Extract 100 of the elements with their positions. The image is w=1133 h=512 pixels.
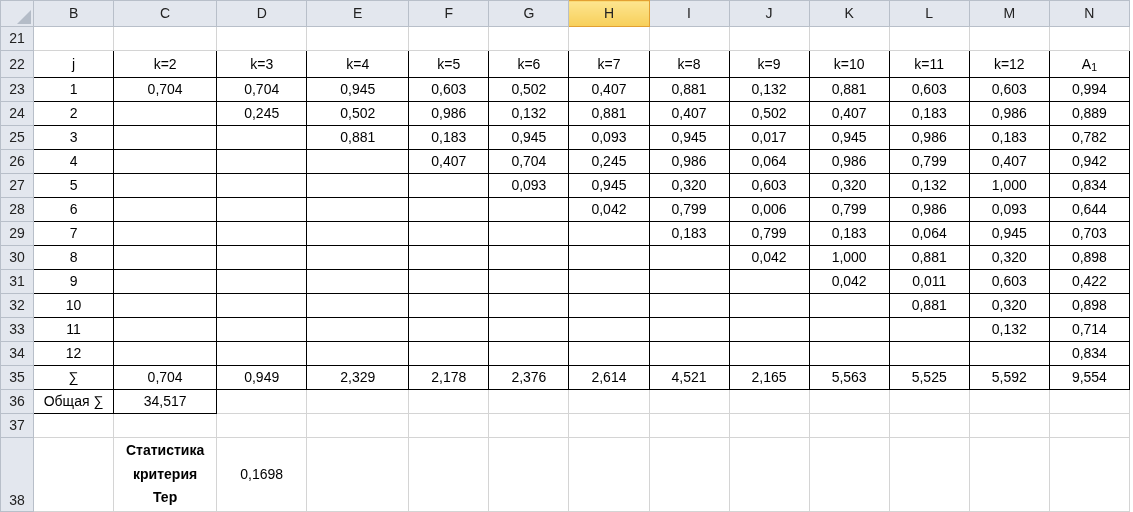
table-cell: 11 xyxy=(33,317,114,342)
table-cell: k=7 xyxy=(568,50,649,78)
column-header[interactable]: J xyxy=(729,0,810,27)
column-header[interactable]: M xyxy=(969,0,1050,27)
row-header[interactable]: 24 xyxy=(0,101,34,126)
column-header[interactable]: B xyxy=(33,0,114,27)
table-cell: 0,986 xyxy=(408,101,489,126)
table-cell: 0,132 xyxy=(488,101,569,126)
table-cell: 0,881 xyxy=(306,125,409,150)
table-cell: 0,945 xyxy=(568,173,649,198)
row-header[interactable]: 21 xyxy=(0,26,34,51)
table-cell: 0,042 xyxy=(729,245,810,270)
table-cell: 0,834 xyxy=(1049,173,1130,198)
row-header[interactable]: 38 xyxy=(0,437,34,512)
table-cell: 2,329 xyxy=(306,365,409,390)
table-cell: 0,986 xyxy=(889,125,970,150)
row-header[interactable]: 22 xyxy=(0,50,34,78)
row-header[interactable]: 36 xyxy=(0,389,34,414)
table-cell: 4 xyxy=(33,149,114,174)
table-cell: 0,799 xyxy=(649,197,730,222)
table-cell: 0,881 xyxy=(568,101,649,126)
table-cell: k=2 xyxy=(113,50,217,78)
table-cell: 5 xyxy=(33,173,114,198)
table-cell: 3 xyxy=(33,125,114,150)
table-cell: 0,945 xyxy=(488,125,569,150)
table-cell: 2,178 xyxy=(408,365,489,390)
table-cell: 0,320 xyxy=(969,245,1050,270)
table-cell: 0,006 xyxy=(729,197,810,222)
table-cell: 0,986 xyxy=(969,101,1050,126)
table-cell: 0,093 xyxy=(969,197,1050,222)
table-cell: 0,799 xyxy=(729,221,810,246)
table-cell: 9 xyxy=(33,269,114,294)
table-cell: 1 xyxy=(33,77,114,102)
table-cell: 1,000 xyxy=(969,173,1050,198)
table-cell: 0,714 xyxy=(1049,317,1130,342)
table-cell: 0,064 xyxy=(729,149,810,174)
row-header[interactable]: 27 xyxy=(0,173,34,198)
table-cell: k=8 xyxy=(649,50,730,78)
table-cell: 0,603 xyxy=(729,173,810,198)
row-header[interactable]: 28 xyxy=(0,197,34,222)
table-cell: 0,245 xyxy=(568,149,649,174)
table-cell: 0,945 xyxy=(306,77,409,102)
table-cell: 0,994 xyxy=(1049,77,1130,102)
table-cell: 0,986 xyxy=(809,149,890,174)
table-cell: 0,422 xyxy=(1049,269,1130,294)
table-cell: 9,554 xyxy=(1049,365,1130,390)
row-header[interactable]: 33 xyxy=(0,317,34,342)
table-cell: 0,881 xyxy=(809,77,890,102)
table-cell: ∑ xyxy=(33,365,114,390)
table-cell: 2,614 xyxy=(568,365,649,390)
table-cell: 0,011 xyxy=(889,269,970,294)
table-cell: 2,165 xyxy=(729,365,810,390)
table-cell: 0,881 xyxy=(889,293,970,318)
row-header[interactable]: 32 xyxy=(0,293,34,318)
table-cell: 0,1698 xyxy=(216,437,307,512)
row-header[interactable]: 23 xyxy=(0,77,34,102)
table-cell: 0,898 xyxy=(1049,245,1130,270)
table-cell: k=10 xyxy=(809,50,890,78)
table-cell: 0,407 xyxy=(649,101,730,126)
row-header[interactable]: 29 xyxy=(0,221,34,246)
column-header[interactable]: D xyxy=(216,0,307,27)
column-header[interactable]: C xyxy=(113,0,217,27)
column-header[interactable]: I xyxy=(649,0,730,27)
row-header[interactable]: 26 xyxy=(0,149,34,174)
table-cell: 0,064 xyxy=(889,221,970,246)
table-cell: 0,320 xyxy=(809,173,890,198)
table-cell: 5,592 xyxy=(969,365,1050,390)
row-header[interactable]: 31 xyxy=(0,269,34,294)
column-header[interactable]: L xyxy=(889,0,970,27)
table-cell: 0,704 xyxy=(216,77,307,102)
column-header[interactable]: N xyxy=(1049,0,1130,27)
table-cell: 0,407 xyxy=(969,149,1050,174)
column-header[interactable]: E xyxy=(306,0,409,27)
table-cell: 0,093 xyxy=(568,125,649,150)
table-cell: 0,834 xyxy=(1049,341,1130,366)
column-header[interactable]: G xyxy=(488,0,569,27)
row-header[interactable]: 30 xyxy=(0,245,34,270)
statistic-label: Статистика критерия Тер xyxy=(124,440,206,508)
row-header[interactable]: 35 xyxy=(0,365,34,390)
table-cell: k=11 xyxy=(889,50,970,78)
table-cell: 0,183 xyxy=(649,221,730,246)
table-cell: 0,704 xyxy=(113,365,217,390)
row-header[interactable]: 25 xyxy=(0,125,34,150)
column-header[interactable]: H xyxy=(568,0,649,27)
row-header[interactable]: 34 xyxy=(0,341,34,366)
table-cell: 7 xyxy=(33,221,114,246)
row-header[interactable]: 37 xyxy=(0,413,34,438)
column-header[interactable]: K xyxy=(809,0,890,27)
table-cell: 0,704 xyxy=(488,149,569,174)
table-cell: A$_{1}$ xyxy=(1049,50,1130,78)
table-cell: 0,898 xyxy=(1049,293,1130,318)
column-header[interactable]: F xyxy=(408,0,489,27)
table-cell: 0,320 xyxy=(649,173,730,198)
table-cell: 0,945 xyxy=(969,221,1050,246)
select-all-icon[interactable] xyxy=(17,9,31,24)
table-cell: 0,093 xyxy=(488,173,569,198)
table-cell: 0,704 xyxy=(113,77,217,102)
table-cell: 0,183 xyxy=(889,101,970,126)
table-cell: 0,132 xyxy=(969,317,1050,342)
table-cell: 0,407 xyxy=(568,77,649,102)
